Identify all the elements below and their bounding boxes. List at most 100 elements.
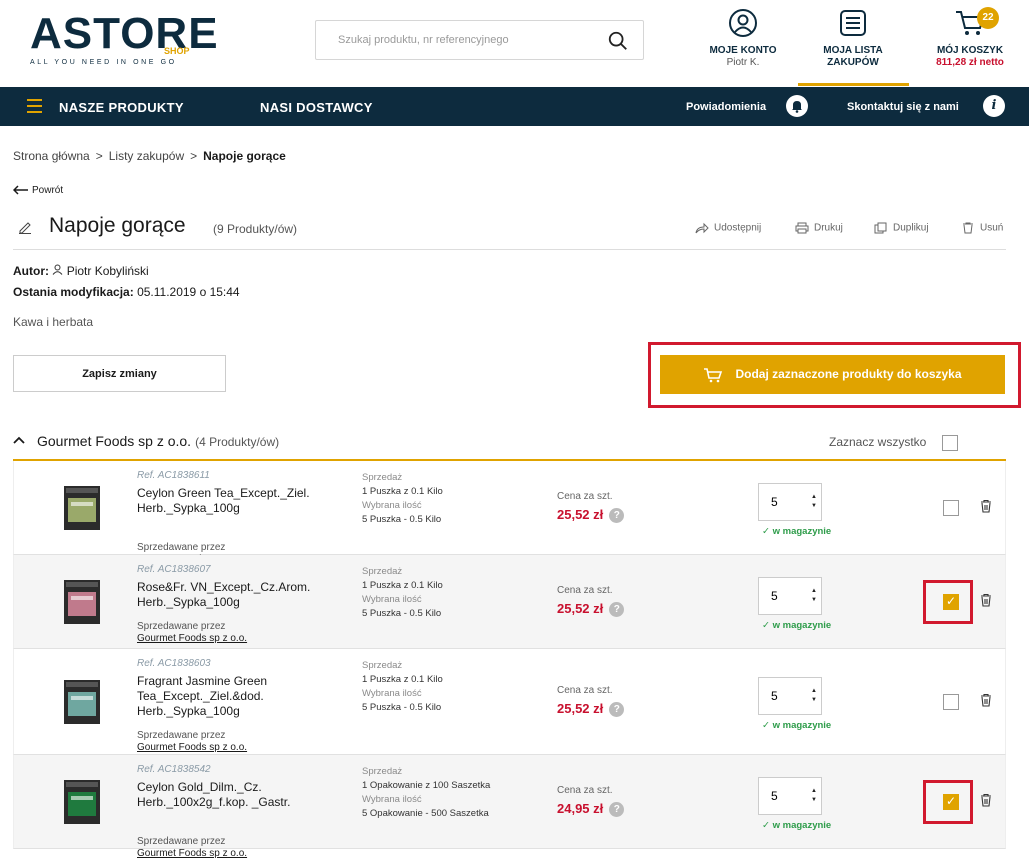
help-icon[interactable]: ? [609, 602, 625, 618]
quantity-input[interactable] [759, 778, 807, 814]
breadcrumb-home[interactable]: Strona główna [13, 149, 90, 163]
product-select-checkbox[interactable] [943, 500, 959, 516]
account-username: Piotr K. [726, 57, 760, 68]
stock-status: ✓ w magazynie [762, 820, 832, 831]
title-divider [13, 249, 1006, 250]
product-row: Ref. AC1838542 Ceylon Gold_Dilm._Cz. Her… [13, 755, 1006, 859]
spinner-arrows-icon[interactable]: ▲ ▼ [811, 687, 817, 705]
breadcrumb-lists[interactable]: Listy zakupów [109, 149, 184, 163]
cart-count-badge: 22 [977, 7, 999, 29]
printer-icon [795, 222, 809, 234]
trash-icon[interactable] [980, 693, 992, 707]
product-name[interactable]: Ceylon Gold_Dilm._Cz. Herb._100x2g_f.kop… [137, 780, 347, 810]
select-all-label: Zaznacz wszystko [829, 435, 927, 449]
help-icon[interactable]: ? [609, 702, 625, 718]
stock-status: ✓ w magazynie [762, 720, 832, 731]
quantity-input[interactable] [759, 484, 807, 520]
trash-icon [963, 222, 973, 234]
quantity-input[interactable] [759, 678, 807, 714]
stock-status: ✓ w magazynie [762, 526, 832, 537]
shopping-list-label: MOJA LISTA ZAKUPÓW [823, 45, 883, 68]
logo-shop: SHOP [164, 46, 190, 56]
trash-icon[interactable] [980, 593, 992, 607]
list-description: Kawa i herbata [13, 315, 94, 329]
chevron-up-icon[interactable] [13, 435, 25, 445]
spinner-arrows-icon[interactable]: ▲ ▼ [811, 787, 817, 805]
duplicate-action[interactable]: Duplikuj [874, 222, 929, 234]
trash-icon[interactable] [980, 499, 992, 513]
product-ref: Ref. AC1838603 [137, 658, 211, 669]
help-icon[interactable]: ? [609, 802, 625, 818]
sale-info: Sprzedaż 1 Puszka z 0.1 Kilo Wybrana ilo… [362, 472, 443, 525]
search-input[interactable] [316, 21, 596, 59]
cart-icon [704, 367, 723, 382]
nav-our-products[interactable]: NASZE PRODUKTY [59, 100, 184, 115]
edit-pencil-icon[interactable] [18, 220, 32, 234]
product-name[interactable]: Ceylon Green Tea_Except._Ziel. Herb._Syp… [137, 486, 347, 516]
spinner-arrows-icon[interactable]: ▲ ▼ [811, 493, 817, 511]
product-name[interactable]: Fragrant Jasmine Green Tea_Except._Ziel.… [137, 674, 347, 719]
seller-link[interactable]: Gourmet Foods sp z o.o. [137, 848, 247, 859]
print-action[interactable]: Drukuj [795, 222, 843, 234]
info-icon[interactable]: i [983, 95, 1005, 117]
breadcrumb: Strona główna > Listy zakupów > Napoje gorąc… [13, 149, 286, 163]
unit-price-label: Cena za szt. [557, 585, 613, 596]
user-icon [729, 9, 757, 37]
highlight-frame [923, 780, 973, 824]
product-row: Ref. AC1838611 Ceylon Green Tea_Except._… [13, 461, 1006, 565]
sale-info: Sprzedaż 1 Opakowanie z 100 Saszetka Wyb… [362, 766, 491, 819]
sold-by: Sprzedawane przezGourmet Foods sp z o.o. [137, 621, 248, 644]
highlight-frame [923, 580, 973, 624]
seller-link[interactable]: Gourmet Foods sp z o.o. [137, 633, 247, 644]
product-row: Ref. AC1838603 Fragrant Jasmine Green Te… [13, 649, 1006, 755]
logo[interactable]: ASTORE SHOP ALL YOU NEED IN ONE GO [30, 12, 218, 72]
menu-icon[interactable] [27, 99, 42, 113]
my-shopping-list-link[interactable]: MOJA LISTA ZAKUPÓW [798, 8, 908, 86]
nav-our-suppliers[interactable]: NASI DOSTAWCY [260, 100, 373, 115]
list-modified: Ostania modyfikacja: 05.11.2019 o 15:44 [13, 285, 240, 299]
seller-link[interactable]: Gourmet Foods sp z o.o. [137, 742, 247, 753]
list-title: Napoje gorące [49, 214, 186, 237]
active-tab-indicator [798, 83, 909, 86]
product-ref: Ref. AC1838542 [137, 764, 211, 775]
product-name[interactable]: Rose&Fr. VN_Except._Cz.Arom. Herb._Sypka… [137, 580, 347, 610]
product-image[interactable] [56, 482, 108, 534]
nav-notifications[interactable]: Powiadomienia [686, 101, 766, 113]
product-select-checkbox[interactable] [943, 694, 959, 710]
search-box [315, 20, 644, 60]
stock-status: ✓ w magazynie [762, 620, 832, 631]
trash-icon[interactable] [980, 793, 992, 807]
my-account-link[interactable]: MOJE KONTO Piotr K. [705, 8, 781, 68]
share-icon [695, 222, 709, 234]
back-link[interactable]: Powrót [12, 185, 63, 196]
unit-price: 25,52 zł? [557, 601, 625, 618]
bell-icon[interactable] [786, 95, 808, 117]
quantity-stepper: ▲▼ [758, 777, 822, 815]
list-product-count: (9 Produkty/ów) [213, 222, 298, 236]
copy-icon [874, 222, 887, 234]
unit-price: 24,95 zł? [557, 801, 625, 818]
select-all-checkbox[interactable] [942, 435, 958, 451]
share-action[interactable]: Udostępnij [695, 222, 761, 234]
quantity-stepper: ▲▼ [758, 483, 822, 521]
delete-list-action[interactable]: Usuń [961, 222, 1003, 234]
unit-price-label: Cena za szt. [557, 785, 613, 796]
add-selected-to-cart-button[interactable]: Dodaj zaznaczone produkty do koszyka [660, 355, 1005, 394]
my-cart-link[interactable]: MÓJ KOSZYK 811,28 zł netto [925, 8, 1015, 68]
search-icon[interactable] [607, 30, 629, 52]
quantity-input[interactable] [759, 578, 807, 614]
sale-info: Sprzedaż 1 Puszka z 0.1 Kilo Wybrana ilo… [362, 566, 443, 619]
save-changes-button[interactable]: Zapisz zmiany [13, 355, 226, 392]
breadcrumb-current: Napoje gorące [203, 149, 286, 163]
help-icon[interactable]: ? [609, 508, 625, 524]
product-ref: Ref. AC1838611 [137, 470, 210, 481]
nav-contact[interactable]: Skontaktuj się z nami [847, 101, 959, 113]
product-image[interactable] [56, 676, 108, 728]
my-account-label: MOJE KONTO [709, 45, 777, 56]
list-author: Autor: Piotr Kobyliński [13, 264, 149, 278]
spinner-arrows-icon[interactable]: ▲ ▼ [811, 587, 817, 605]
user-small-icon [52, 264, 63, 275]
product-image[interactable] [56, 776, 108, 828]
product-image[interactable] [56, 576, 108, 628]
main-nav: NASZE PRODUKTY NASI DOSTAWCY Powiadomien… [0, 87, 1029, 126]
